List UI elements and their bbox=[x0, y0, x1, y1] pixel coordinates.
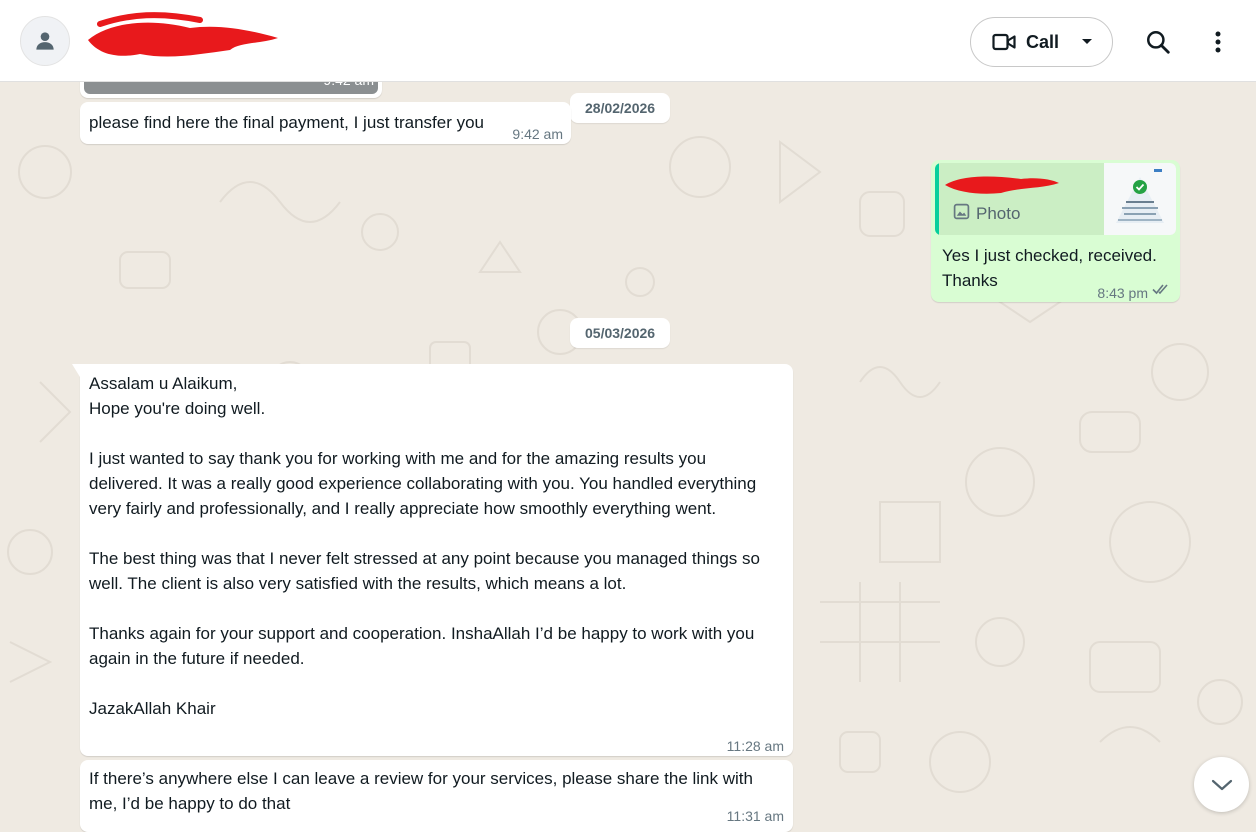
message-paragraph: JazakAllah Khair bbox=[89, 699, 216, 718]
search-icon bbox=[1147, 31, 1170, 54]
incoming-message[interactable]: Assalam u Alaikum, Hope you're doing wel… bbox=[72, 364, 793, 756]
photo-thumbnail bbox=[1104, 163, 1176, 235]
bubble-tail bbox=[72, 364, 80, 377]
message-time: 9:42 am bbox=[512, 126, 563, 142]
person-icon bbox=[36, 32, 54, 50]
quote-accent-bar bbox=[935, 163, 939, 235]
outgoing-message[interactable]: Photo Yes I just checked, received. Than… bbox=[931, 160, 1180, 302]
document-photo-preview bbox=[1116, 169, 1164, 223]
incoming-message[interactable]: please find here the final payment, I ju… bbox=[80, 102, 571, 144]
double-check-icon bbox=[1152, 284, 1168, 295]
message-body: Assalam u Alaikum, Hope you're doing wel… bbox=[89, 371, 784, 721]
redacted-contact-name bbox=[88, 12, 278, 57]
message-paragraph: Assalam u Alaikum, bbox=[89, 374, 238, 393]
video-camera-icon bbox=[992, 33, 1016, 51]
message-paragraph: The best thing was that I never felt str… bbox=[89, 549, 760, 593]
message-time: 11:28 am bbox=[726, 738, 784, 754]
quoted-photo-reply[interactable]: Photo bbox=[935, 163, 1176, 235]
call-label: Call bbox=[1026, 31, 1060, 52]
message-text: please find here the final payment, I ju… bbox=[89, 113, 485, 132]
message-text: If there’s anywhere else I can leave a r… bbox=[89, 769, 753, 813]
message-paragraph: Hope you're doing well. bbox=[89, 399, 266, 418]
chat-header: Call bbox=[0, 0, 1256, 82]
chevron-down-icon bbox=[1082, 39, 1093, 44]
message-paragraph: I just wanted to say thank you for worki… bbox=[89, 449, 757, 518]
date-separator: 05/03/2026 bbox=[570, 318, 671, 348]
date-separator: 28/02/2026 bbox=[570, 93, 671, 123]
search-button[interactable] bbox=[1138, 22, 1178, 62]
message-paragraph: Thanks again for your support and cooper… bbox=[89, 624, 755, 668]
more-vertical-icon bbox=[1215, 31, 1221, 53]
image-icon bbox=[953, 203, 970, 220]
incoming-message[interactable]: If there’s anywhere else I can leave a r… bbox=[80, 760, 793, 832]
message-text-line-1: Yes I just checked, received. bbox=[942, 246, 1157, 265]
chevron-down-icon bbox=[1211, 779, 1232, 790]
scroll-to-bottom-button[interactable] bbox=[1194, 757, 1249, 812]
contact-avatar[interactable] bbox=[20, 16, 70, 66]
menu-button[interactable] bbox=[1200, 22, 1236, 62]
call-button[interactable]: Call bbox=[970, 17, 1113, 67]
message-time: 8:43 pm bbox=[1097, 285, 1148, 301]
message-time: 11:31 am bbox=[726, 808, 784, 824]
redacted-quote-author bbox=[945, 176, 1059, 194]
quote-type-label: Photo bbox=[976, 204, 1021, 223]
message-text-line-2: Thanks bbox=[942, 271, 998, 290]
